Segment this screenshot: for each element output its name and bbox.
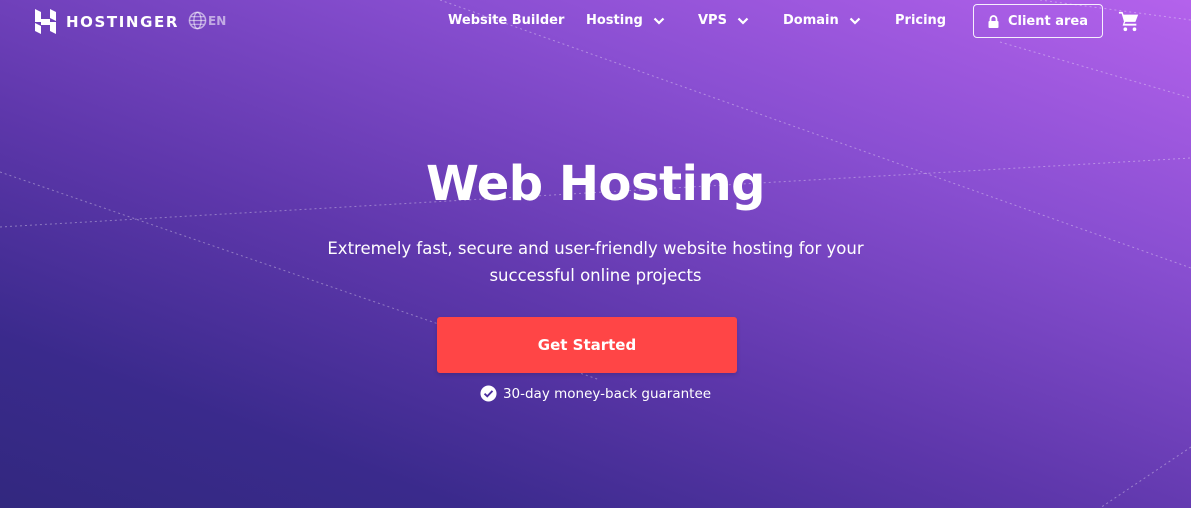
nav-item-label: Pricing xyxy=(895,13,947,28)
lock-icon xyxy=(988,14,999,28)
decor-line xyxy=(1099,446,1191,508)
top-navigation: HOSTINGER EN Website Builder Hosting VPS… xyxy=(0,0,1191,44)
hero-subtitle: Extremely fast, secure and user-friendly… xyxy=(327,239,864,285)
language-label: EN xyxy=(208,13,227,28)
nav-item-label: VPS xyxy=(698,13,727,28)
money-back-guarantee: 30-day money-back guarantee xyxy=(0,385,1191,402)
brand-name: HOSTINGER xyxy=(66,12,179,31)
client-area-label: Client area xyxy=(1007,13,1089,29)
nav-item-label: Website Builder xyxy=(448,13,565,28)
cart-icon[interactable] xyxy=(1118,10,1140,32)
chevron-down-icon xyxy=(653,17,665,25)
chevron-down-icon xyxy=(849,17,861,25)
chevron-down-icon xyxy=(737,17,749,25)
decor-line xyxy=(999,41,1191,99)
nav-item-hosting[interactable]: Hosting xyxy=(586,13,665,28)
guarantee-text: 30-day money-back guarantee xyxy=(502,385,712,402)
language-selector[interactable]: EN xyxy=(188,11,226,30)
hero-title: Web Hosting xyxy=(425,156,766,212)
hostinger-logo[interactable]: HOSTINGER xyxy=(33,9,179,34)
nav-item-website-builder[interactable]: Website Builder xyxy=(448,13,564,28)
globe-icon xyxy=(188,11,207,30)
nav-item-pricing[interactable]: Pricing xyxy=(895,13,946,28)
nav-item-domain[interactable]: Domain xyxy=(783,13,861,28)
nav-item-vps[interactable]: VPS xyxy=(698,13,749,28)
get-started-button[interactable]: Get Started xyxy=(437,317,737,373)
check-circle-icon xyxy=(480,385,497,402)
nav-item-label: Domain xyxy=(783,13,839,28)
client-area-button[interactable]: Client area xyxy=(973,4,1103,38)
hostinger-logo-icon xyxy=(35,9,56,34)
nav-item-label: Hosting xyxy=(586,13,643,28)
